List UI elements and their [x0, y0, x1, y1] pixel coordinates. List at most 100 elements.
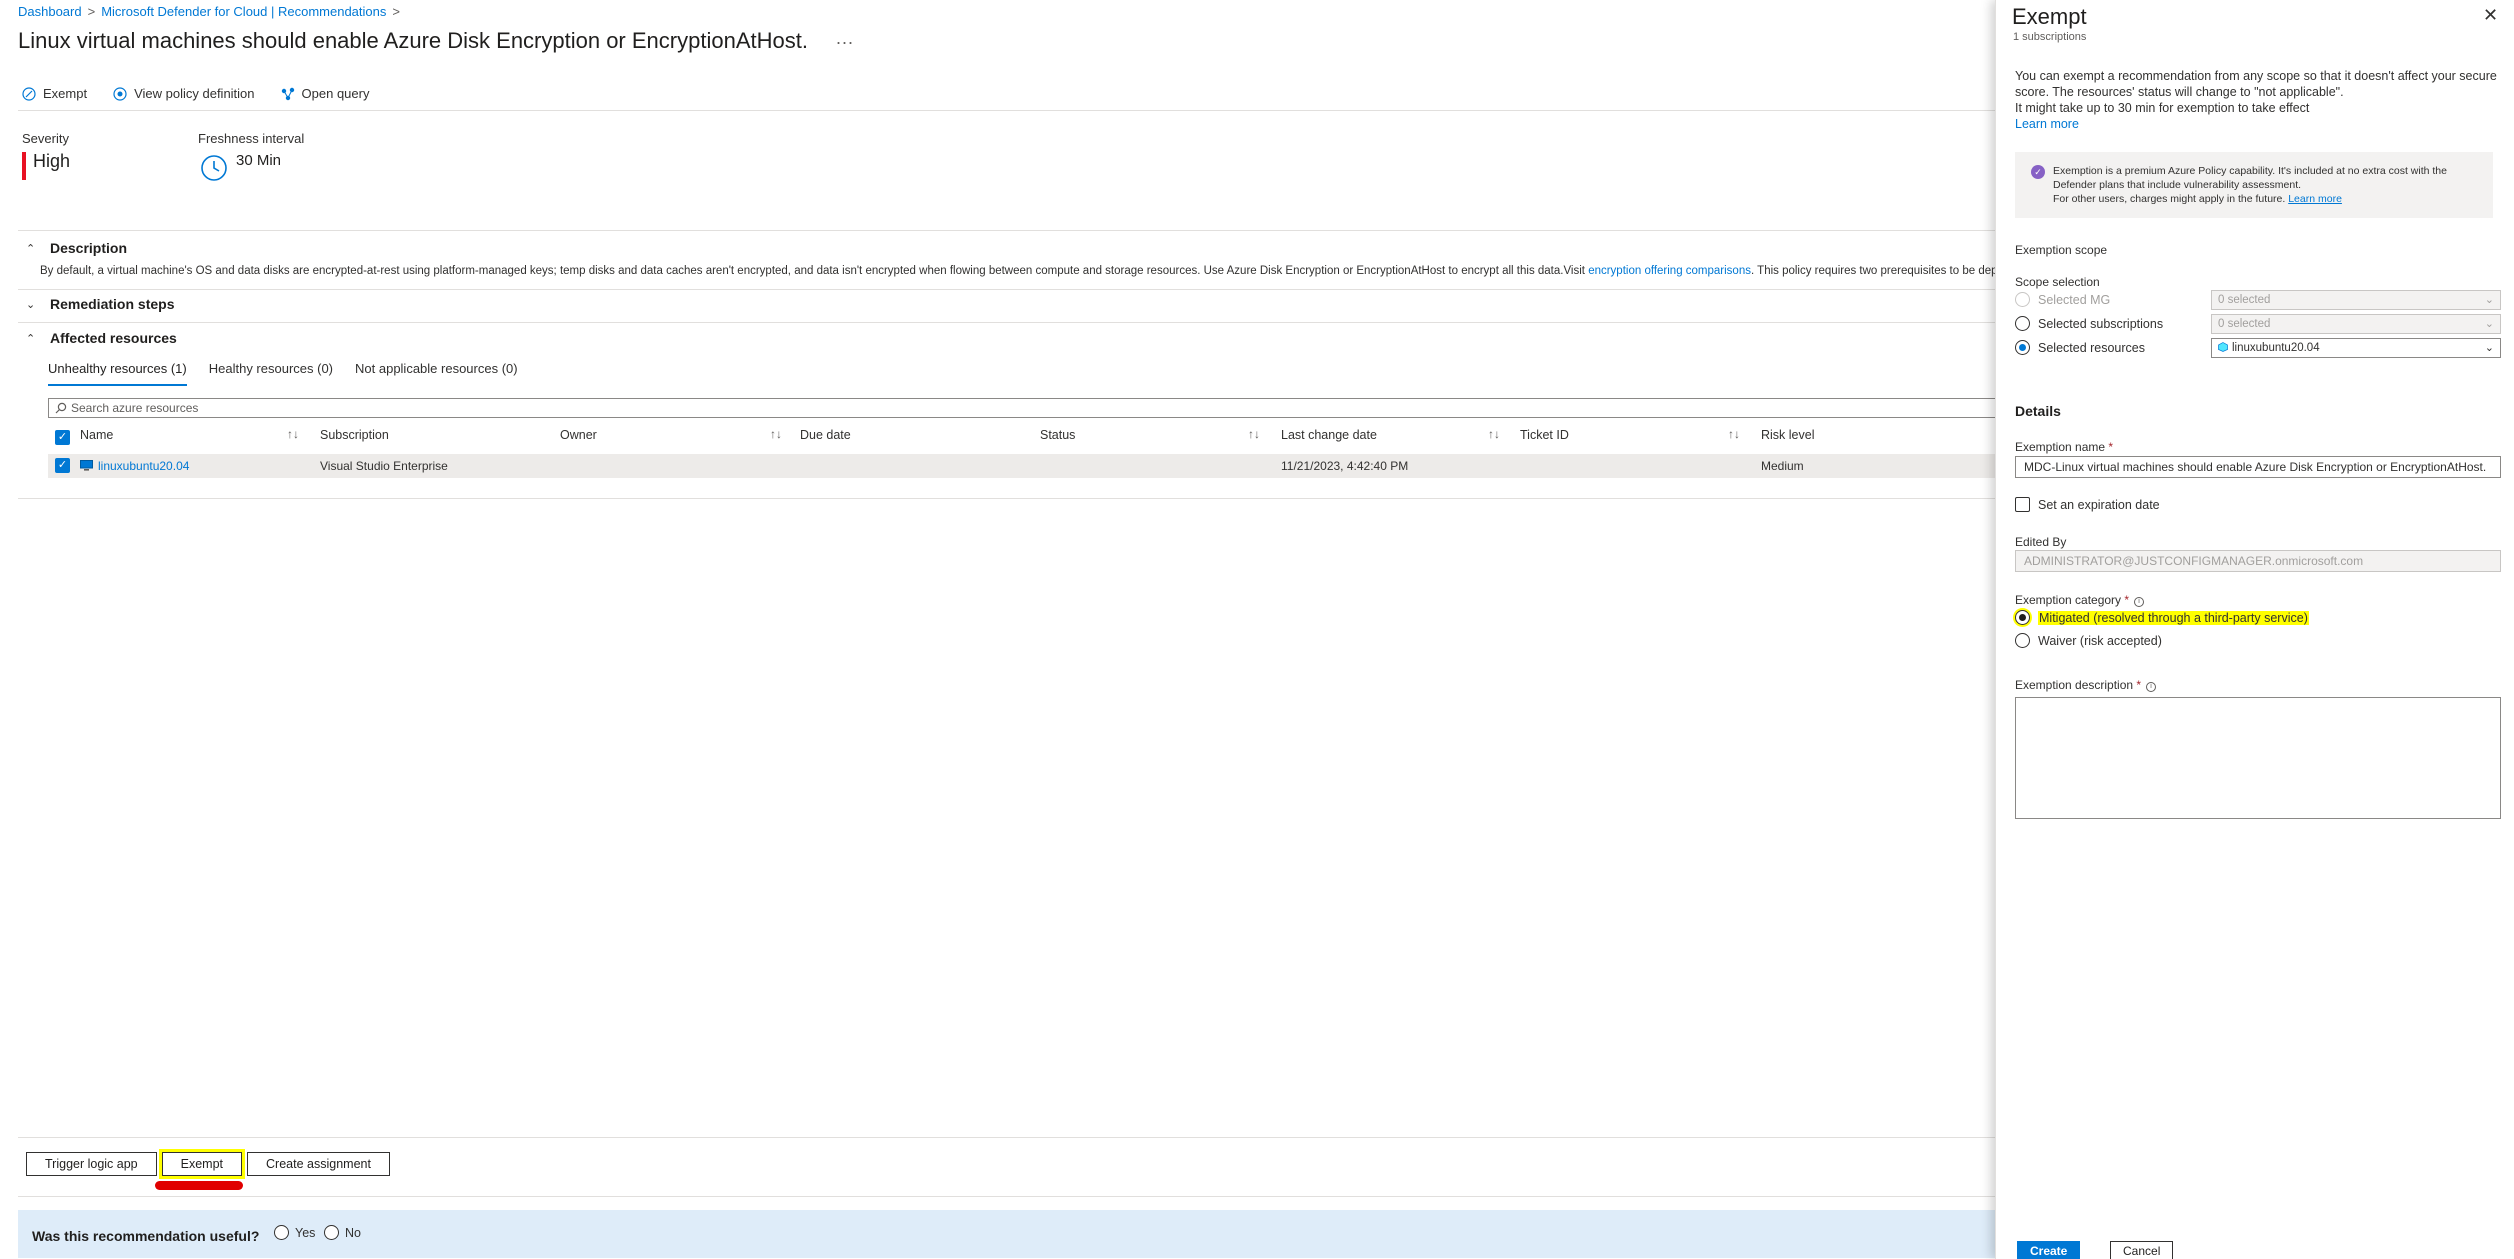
resource-last-change: 11/21/2023, 4:42:40 PM	[1281, 459, 1409, 473]
intro-text: You can exempt a recommendation from any…	[2015, 69, 2497, 99]
feedback-bar: Was this recommendation useful? Yes No	[18, 1210, 1995, 1258]
row-checkbox[interactable]: ✓	[55, 458, 70, 473]
view-policy-definition-button[interactable]: View policy definition	[113, 86, 255, 101]
open-query-button[interactable]: Open query	[281, 86, 370, 101]
more-options-button[interactable]: ...	[836, 28, 854, 49]
exemption-description-input[interactable]	[2015, 697, 2501, 819]
create-button[interactable]: Create	[2017, 1241, 2081, 1259]
info-icon[interactable]: i	[2146, 682, 2157, 692]
resource-cube-icon	[2218, 342, 2228, 352]
column-due-date[interactable]: Due date	[800, 428, 851, 442]
mg-dropdown-value: 0 selected	[2218, 294, 2271, 306]
chevron-up-icon: ⌃	[26, 332, 36, 345]
radio-button[interactable]	[324, 1225, 339, 1240]
description-body: By default, a virtual machine's OS and d…	[40, 265, 1589, 277]
tab-unhealthy[interactable]: Unhealthy resources (1)	[48, 361, 187, 386]
premium-info-banner: ✓ Exemption is a premium Azure Policy ca…	[2015, 152, 2493, 218]
subscriptions-dropdown[interactable]: 0 selected ⌄	[2211, 314, 2501, 334]
column-status[interactable]: Status	[1040, 428, 1075, 442]
severity-indicator	[22, 152, 26, 180]
scope-option-mg-label: Selected MG	[2038, 292, 2111, 307]
sort-icon[interactable]: ↑↓	[287, 427, 299, 441]
radio-button-selected[interactable]	[2015, 610, 2030, 625]
feedback-yes-option[interactable]: Yes	[274, 1225, 315, 1240]
sort-icon[interactable]: ↑↓	[1488, 427, 1500, 441]
exempt-toolbar-button[interactable]: Exempt	[22, 86, 87, 101]
panel-intro: You can exempt a recommendation from any…	[2015, 68, 2505, 132]
column-ticket-id[interactable]: Ticket ID	[1520, 428, 1569, 442]
feedback-yes-label: Yes	[295, 1225, 316, 1240]
divider	[18, 230, 1995, 231]
edited-by-field: ADMINISTRATOR@JUSTCONFIGMANAGER.onmicros…	[2015, 550, 2501, 572]
breadcrumb-recommendations[interactable]: Microsoft Defender for Cloud | Recommend…	[101, 4, 386, 19]
info-icon[interactable]: i	[2134, 597, 2145, 607]
category-waiver-label: Waiver (risk accepted)	[2038, 633, 2162, 648]
panel-subtitle: 1 subscriptions	[2013, 31, 2087, 43]
category-option-mitigated[interactable]: Mitigated (resolved through a third-part…	[2015, 610, 2309, 625]
radio-button[interactable]	[2015, 292, 2030, 307]
scope-option-resources[interactable]: Selected resources	[2015, 340, 2145, 355]
divider	[18, 289, 1995, 290]
column-name[interactable]: Name	[80, 428, 113, 442]
search-placeholder: Search azure resources	[71, 401, 199, 415]
sort-icon[interactable]: ↑↓	[1248, 427, 1260, 441]
info-learn-more-link[interactable]: Learn more	[2288, 193, 2342, 205]
learn-more-link[interactable]: Learn more	[2015, 117, 2079, 131]
query-icon	[281, 87, 294, 100]
trigger-logic-app-button[interactable]: Trigger logic app	[26, 1152, 157, 1176]
intro-timing: It might take up to 30 min for exemption…	[2015, 101, 2310, 115]
expiration-checkbox-row[interactable]: Set an expiration date	[2015, 497, 2160, 512]
description-header: Description	[50, 240, 128, 256]
clock-icon	[201, 155, 227, 181]
cancel-button[interactable]: Cancel	[2110, 1241, 2174, 1259]
feedback-no-label: No	[345, 1225, 361, 1240]
exemption-name-input[interactable]: MDC-Linux virtual machines should enable…	[2015, 456, 2501, 478]
scope-selection-label: Scope selection	[2015, 275, 2100, 289]
open-query-label: Open query	[301, 86, 370, 101]
mg-dropdown[interactable]: 0 selected ⌄	[2211, 290, 2501, 310]
radio-button[interactable]	[2015, 316, 2030, 331]
remediation-section-toggle[interactable]: ⌄ Remediation steps	[26, 296, 174, 312]
column-risk-level[interactable]: Risk level	[1761, 428, 1815, 442]
breadcrumb-separator: >	[87, 4, 96, 19]
search-icon	[55, 402, 67, 414]
chevron-down-icon: ⌄	[26, 298, 36, 311]
column-last-change[interactable]: Last change date	[1281, 428, 1377, 442]
radio-button-selected[interactable]	[2015, 340, 2030, 355]
required-marker: *	[2108, 440, 2114, 454]
breadcrumb-dashboard[interactable]: Dashboard	[18, 4, 82, 19]
feedback-no-option[interactable]: No	[324, 1225, 361, 1240]
sort-icon[interactable]: ↑↓	[770, 427, 782, 441]
scope-option-mg[interactable]: Selected MG	[2015, 292, 2110, 307]
description-section-toggle[interactable]: ⌃ Description	[26, 240, 127, 256]
encryption-comparison-link[interactable]: encryption offering comparisons	[1588, 265, 1751, 277]
resource-name-link[interactable]: linuxubuntu20.04	[98, 459, 189, 473]
category-option-waiver[interactable]: Waiver (risk accepted)	[2015, 633, 2162, 648]
radio-button[interactable]	[2015, 633, 2030, 648]
sort-icon[interactable]: ↑↓	[1728, 427, 1740, 441]
column-subscription[interactable]: Subscription	[320, 428, 389, 442]
affected-section-toggle[interactable]: ⌃ Affected resources	[26, 330, 177, 346]
search-input[interactable]: Search azure resources	[48, 398, 1995, 418]
exemption-scope-label: Exemption scope	[2015, 243, 2108, 257]
exempt-button[interactable]: Exempt	[161, 1152, 243, 1176]
resource-risk-level: Medium	[1761, 459, 1804, 473]
radio-button[interactable]	[274, 1225, 289, 1240]
scope-option-subscriptions[interactable]: Selected subscriptions	[2015, 316, 2163, 331]
page-title: Linux virtual machines should enable Azu…	[18, 28, 808, 53]
panel-title: Exempt	[2012, 4, 2087, 29]
create-assignment-button[interactable]: Create assignment	[247, 1152, 390, 1176]
remediation-header: Remediation steps	[50, 296, 175, 312]
close-icon[interactable]: ✕	[2483, 5, 2498, 26]
subscriptions-dropdown-value: 0 selected	[2218, 318, 2271, 330]
tab-not-applicable[interactable]: Not applicable resources (0)	[355, 361, 518, 386]
select-all-checkbox[interactable]: ✓	[55, 430, 70, 445]
tab-healthy[interactable]: Healthy resources (0)	[209, 361, 333, 386]
resources-dropdown[interactable]: linuxubuntu20.04 ⌄	[2211, 338, 2501, 358]
expiration-checkbox[interactable]	[2015, 497, 2030, 512]
freshness-value: 30 Min	[236, 152, 282, 169]
column-owner[interactable]: Owner	[560, 428, 597, 442]
divider	[18, 498, 1995, 499]
required-marker: *	[2124, 593, 2130, 607]
exemption-description-label-text: Exemption description	[2015, 678, 2134, 692]
